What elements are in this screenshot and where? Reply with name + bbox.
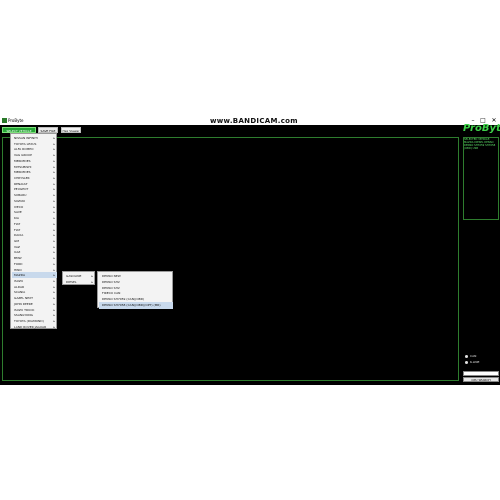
submenu-arrow-icon: ▸ bbox=[53, 324, 55, 329]
kline-radio-label: K-LINE bbox=[470, 360, 480, 364]
menu-item-label: SUBARU bbox=[14, 193, 27, 198]
ecu-submenu: DENSO NEW DENSO SH2 DENSO SH2 FIRECO CAN DEN… bbox=[97, 271, 173, 309]
app-icon bbox=[2, 118, 7, 123]
menu-item-label: VAZ bbox=[14, 244, 20, 249]
menu-item-label: GASOLINE bbox=[66, 274, 82, 278]
menu-item-label: MERCEDES bbox=[14, 170, 31, 175]
watermark: www.BANDICAM.com bbox=[210, 117, 298, 125]
menu-item-label: VAG GROUP bbox=[14, 153, 32, 158]
menu-item-label: MAZDA bbox=[14, 273, 26, 278]
menu-item-label: JOHN DEERE bbox=[14, 301, 33, 306]
menu-item-label: GM bbox=[14, 238, 19, 243]
menu-item-label: SAVE bbox=[14, 210, 22, 215]
menu-item-label: FORD bbox=[14, 261, 23, 266]
menu-item-label: MITSUBISHI bbox=[14, 164, 32, 169]
menu-item-label: TOYOTA LEXUS bbox=[14, 141, 37, 146]
submenu-arrow-icon: ▸ bbox=[91, 280, 93, 284]
menu-item-label: RENAULT bbox=[14, 181, 28, 186]
main-panel bbox=[2, 137, 459, 381]
can-radio-label: CAN bbox=[470, 354, 477, 358]
menu-item-label: GAZEL NEXT bbox=[14, 296, 33, 301]
menu-item-label: ISUZU bbox=[14, 279, 24, 283]
menu-item-label: ISUZU TRUCK bbox=[14, 307, 35, 312]
cpu-search-input[interactable] bbox=[463, 371, 499, 376]
menu-item-label: TOYOTA (DIAMOND) bbox=[14, 319, 44, 324]
menu-item-label: BMW bbox=[14, 256, 22, 261]
fuel-submenu: GASOLINE ▸ DIESEL ▸ bbox=[62, 271, 95, 285]
menu-item-diesel[interactable]: DIESEL ▸ bbox=[64, 279, 95, 285]
menu-item-label: IVECO bbox=[14, 204, 24, 209]
menu-item-label: SCANIA bbox=[14, 290, 26, 295]
window-title: ProByte bbox=[8, 118, 24, 123]
menu-item-label: DIESEL bbox=[66, 280, 77, 284]
cpu-search-button[interactable]: CPU SEARCH bbox=[463, 377, 499, 382]
hex-viewer-button[interactable]: Hex Viewer bbox=[61, 127, 81, 133]
menu-item-label: MERCEDES bbox=[14, 158, 31, 163]
kline-radio[interactable] bbox=[465, 361, 468, 364]
menu-item-label: SUZUKI bbox=[14, 198, 26, 203]
menu-item-label: KIA bbox=[14, 216, 19, 221]
selected-vehicle-text: SELECTED VEHICLE: MAZDA DIESEL DENSO DEN… bbox=[464, 138, 496, 150]
menu-item-label: FIAT bbox=[14, 221, 21, 226]
menu-item-label: LAND ROVER JAGUAR bbox=[14, 324, 47, 329]
menu-item-brand[interactable]: LAND ROVER JAGUAR ▸ bbox=[12, 324, 57, 330]
menu-item-label: NISSAN INFINITI bbox=[14, 136, 38, 140]
menu-item-label: DACIA bbox=[14, 233, 24, 238]
menu-item-label: PEUGEOT bbox=[14, 187, 29, 192]
menu-item-label: CHRYSLER bbox=[14, 176, 30, 181]
probyte-logo: ProByte bbox=[463, 123, 500, 134]
menu-item-label: HINO bbox=[14, 267, 22, 272]
brand-menu: NISSAN INFINITI ▸ TOYOTA LEXUS ▸ ALFA ROMEO ▸… bbox=[10, 133, 57, 329]
menu-item-label: ALFA ROMEO bbox=[14, 147, 34, 152]
menu-item-label: ALDAR bbox=[14, 284, 25, 289]
menu-item-ecu[interactable]: DENSO SH7058 (CAN)(OBD)(OPT) (MR) bbox=[99, 302, 173, 309]
menu-item-label: UAZ bbox=[14, 250, 21, 255]
can-radio[interactable] bbox=[465, 355, 468, 358]
menu-item-label: SSANGYONG bbox=[14, 313, 33, 318]
menu-item-label: FIAT bbox=[14, 227, 21, 232]
